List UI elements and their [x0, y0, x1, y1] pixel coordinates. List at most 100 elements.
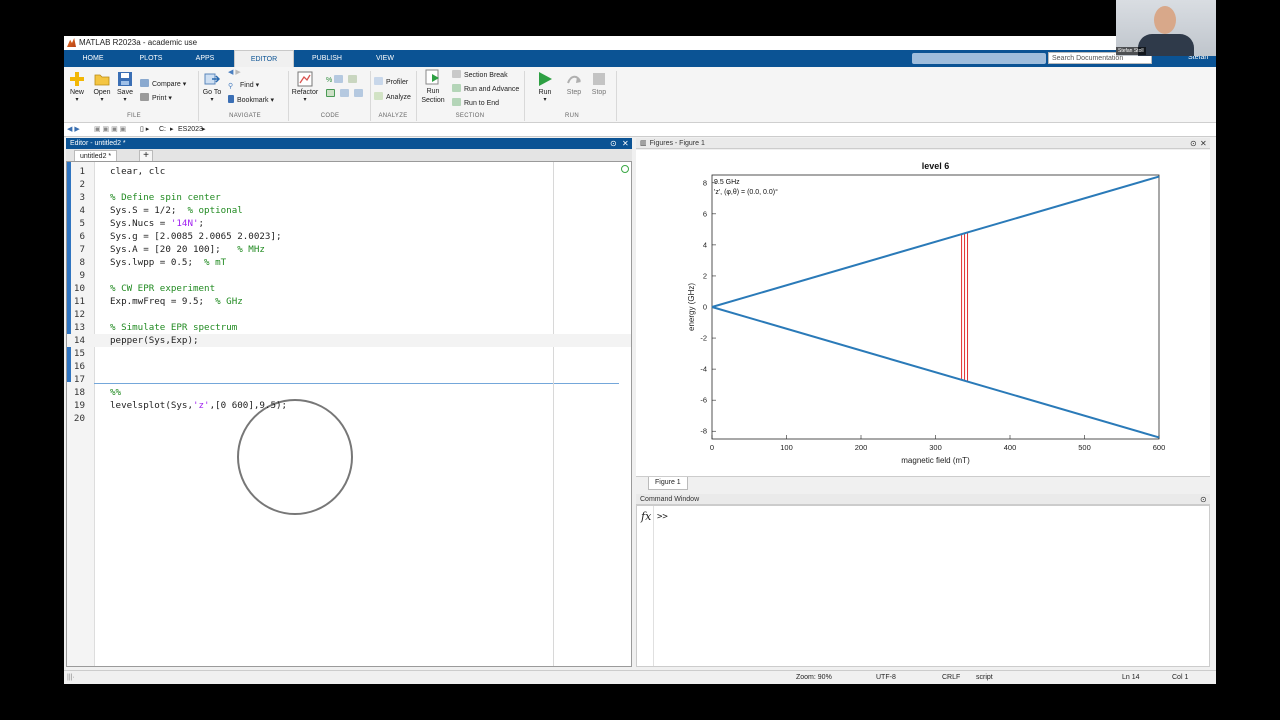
code-text[interactable]: Sys.Nucs = '14N';	[110, 217, 204, 230]
code-line[interactable]: 2	[67, 178, 631, 191]
code-line[interactable]: 10 % CW EPR experiment	[67, 282, 631, 295]
new-label: New	[69, 89, 84, 96]
address-folder[interactable]: ES2023	[178, 123, 203, 136]
status-encoding[interactable]: UTF-8	[876, 671, 896, 684]
goto-button[interactable]: Go To ▾	[202, 71, 222, 103]
code-tools-row2[interactable]	[326, 89, 366, 100]
folder-icon	[94, 74, 110, 86]
run-button[interactable]: Run ▾	[534, 71, 556, 103]
annotation-frequency: 9.5 GHz	[714, 179, 740, 186]
chart-title: level 6	[922, 161, 950, 171]
code-tools-row1[interactable]: %	[326, 75, 360, 86]
y-tick-label: -8	[700, 427, 707, 436]
code-line[interactable]: 3 % Define spin center	[67, 191, 631, 204]
nav-arrows-icon[interactable]: ◀ ▶	[67, 123, 80, 136]
code-line[interactable]: 5 Sys.Nucs = '14N';	[67, 217, 631, 230]
status-line-ending[interactable]: CRLF	[942, 671, 960, 684]
analyze-group-label: ANALYZE	[378, 113, 408, 119]
panel-menu-icon[interactable]: ⊙	[1190, 138, 1197, 149]
stop-button[interactable]: Stop	[588, 71, 610, 96]
matlab-logo-icon	[67, 38, 76, 47]
code-line[interactable]: 11 Exp.mwFreq = 9.5; % GHz	[67, 295, 631, 308]
code-text[interactable]: % CW EPR experiment	[110, 282, 215, 295]
code-text[interactable]: levelsplot(Sys,'z',[0 600],9.5);	[110, 399, 287, 412]
code-line[interactable]: 20	[67, 412, 631, 425]
code-text[interactable]: Exp.mwFreq = 9.5; % GHz	[110, 295, 243, 308]
code-line[interactable]: 4 Sys.S = 1/2; % optional	[67, 204, 631, 217]
run-label: Run	[538, 89, 552, 96]
run-advance-label: Run and Advance	[464, 86, 520, 93]
energy-level-plot[interactable]: level 6 0 100 200 300 400 500 600 -8 -6 -4 -2 0 2 4 6 8 m…	[636, 150, 1210, 476]
code-line[interactable]: 18%%	[67, 386, 631, 399]
print-button[interactable]: Print ▾	[140, 93, 172, 104]
address-drive[interactable]: C:	[159, 123, 166, 136]
command-window[interactable]: fx >>	[636, 505, 1210, 667]
code-text[interactable]: Sys.lwpp = 0.5; % mT	[110, 256, 226, 269]
tab-apps[interactable]: APPS	[190, 50, 220, 67]
tab-view[interactable]: VIEW	[370, 50, 400, 67]
folder-tools-icon[interactable]: ▣ ▣ ▣ ▣	[94, 123, 126, 136]
code-line[interactable]: 13 % Simulate EPR spectrum	[67, 321, 631, 334]
save-button[interactable]: Save ▾	[116, 71, 134, 103]
figure-1-tab[interactable]: Figure 1	[648, 477, 688, 490]
refactor-button[interactable]: Refactor ▾	[290, 71, 320, 103]
tab-editor[interactable]: EDITOR	[234, 50, 294, 68]
new-button[interactable]: New ▾	[68, 71, 86, 103]
code-text[interactable]: Sys.A = [20 20 100]; % MHz	[110, 243, 265, 256]
close-icon[interactable]: ✕	[1200, 138, 1207, 149]
fx-divider	[653, 506, 654, 666]
code-text[interactable]: % Define spin center	[110, 191, 221, 204]
status-file-type[interactable]: script	[976, 671, 993, 684]
figure-canvas[interactable]: level 6 0 100 200 300 400 500 600 -8 -6 -4 -2 0 2 4 6 8 m…	[636, 150, 1210, 476]
run-end-button[interactable]: Run to End	[452, 98, 499, 109]
tab-plots[interactable]: PLOTS	[134, 50, 168, 67]
ribbon-divider	[616, 71, 617, 121]
open-button[interactable]: Open ▾	[92, 71, 112, 103]
tab-home[interactable]: HOME	[78, 50, 108, 67]
close-icon[interactable]: ✕	[622, 138, 629, 149]
line-number: 5	[79, 218, 85, 229]
goto-arrow-icon	[204, 73, 220, 85]
code-text[interactable]: pepper(Sys,Exp);	[110, 334, 199, 347]
code-line[interactable]: 19 levelsplot(Sys,'z',[0 600],9.5);	[67, 399, 631, 412]
code-text[interactable]: % Simulate EPR spectrum	[110, 321, 237, 334]
panel-menu-icon[interactable]: ⊙	[1200, 494, 1207, 505]
code-line[interactable]: 6 Sys.g = [2.0085 2.0065 2.0023];	[67, 230, 631, 243]
profiler-button[interactable]: Profiler	[374, 77, 408, 88]
printer-icon	[140, 93, 149, 101]
profiler-icon	[374, 77, 383, 85]
tab-publish[interactable]: PUBLISH	[308, 50, 346, 67]
find-button[interactable]: ⚲ Find ▾	[228, 81, 259, 91]
step-label: Step	[566, 89, 582, 96]
code-text[interactable]: %%	[110, 386, 121, 399]
code-editor[interactable]: 1 clear, clc 2 3 % Define spin center 4 Sys.S …	[66, 161, 632, 667]
code-line[interactable]: 1 clear, clc	[67, 165, 631, 178]
section-break-button[interactable]: Section Break	[452, 70, 508, 81]
search-icon: ⚲	[228, 83, 234, 90]
back-forward-buttons[interactable]: ◀ ▶	[228, 68, 241, 78]
step-button[interactable]: Step	[562, 71, 586, 96]
code-line[interactable]: 9	[67, 269, 631, 282]
current-folder-bar[interactable]: ◀ ▶ ▣ ▣ ▣ ▣ ▯ ▸ C: ▸ ES2023 ▸	[64, 123, 1216, 137]
code-line[interactable]: 16	[67, 360, 631, 373]
line-number: 9	[79, 270, 85, 281]
code-text[interactable]: Sys.S = 1/2; % optional	[110, 204, 243, 217]
fx-function-browser-icon[interactable]: fx	[641, 510, 651, 523]
code-line[interactable]: 12	[67, 308, 631, 321]
code-line[interactable]: 7 Sys.A = [20 20 100]; % MHz	[67, 243, 631, 256]
line-number: 17	[73, 374, 85, 385]
command-prompt[interactable]: >>	[657, 512, 668, 522]
compare-button[interactable]: Compare ▾	[140, 79, 186, 90]
run-advance-button[interactable]: Run and Advance	[452, 84, 519, 95]
panel-menu-icon[interactable]: ⊙	[610, 138, 617, 149]
code-text[interactable]: clear, clc	[110, 165, 165, 178]
bookmark-button[interactable]: Bookmark ▾	[228, 95, 274, 106]
code-line[interactable]: 14 pepper(Sys,Exp);	[67, 334, 631, 347]
code-line[interactable]: 15	[67, 347, 631, 360]
run-section-button[interactable]: Run Section	[418, 69, 448, 105]
code-line[interactable]: 17	[67, 373, 631, 386]
analyze-button[interactable]: Analyze	[374, 92, 411, 103]
code-text[interactable]: Sys.g = [2.0085 2.0065 2.0023];	[110, 230, 281, 243]
quick-access-toolbar[interactable]	[912, 53, 1046, 64]
code-line[interactable]: 8 Sys.lwpp = 0.5; % mT	[67, 256, 631, 269]
